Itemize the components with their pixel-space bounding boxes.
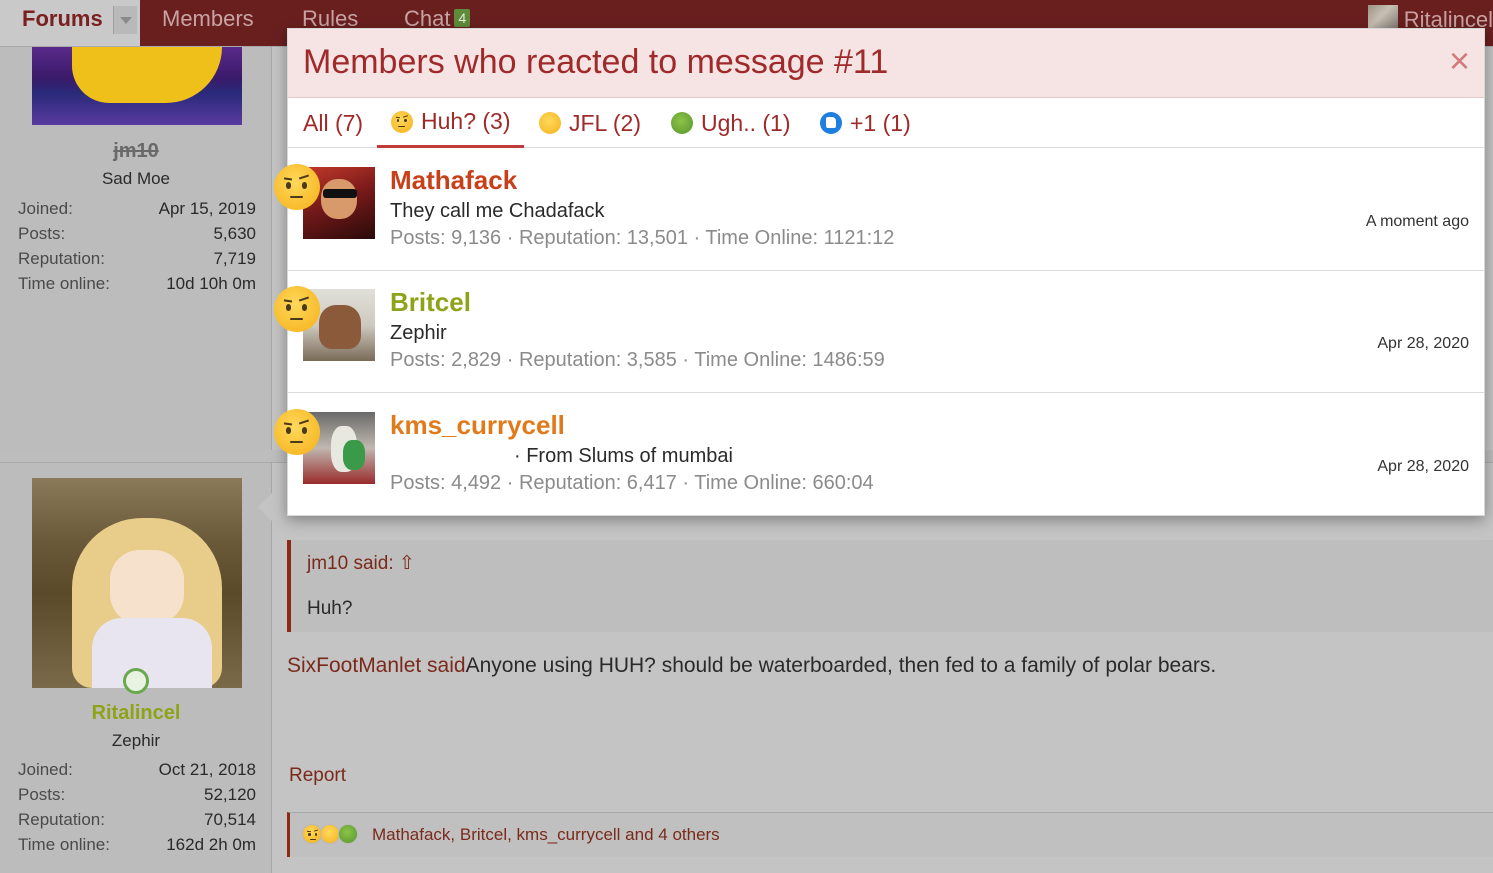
post-message: SixFootManlet saidAnyone using HUH? shou…	[287, 654, 1216, 678]
huh-emoji-icon	[274, 164, 320, 210]
list-item: kms_currycell · From Slums of mumbai Pos…	[274, 394, 1484, 516]
tab-huh[interactable]: Huh? (3)	[377, 98, 525, 148]
stat-label: Joined:	[18, 760, 73, 779]
huh-emoji-icon	[302, 824, 322, 844]
arrow-up-circle-icon[interactable]: ⇧	[399, 553, 415, 574]
member-stats: Posts: 9,136 · Reputation: 13,501 · Time…	[390, 227, 895, 249]
reactions-modal: Members who reacted to message #11 × All…	[274, 28, 1485, 516]
quote-block: jm10 said: ⇧ Huh?	[287, 540, 1493, 632]
thumbs-up-icon	[820, 112, 842, 134]
modal-title: Members who reacted to message #11	[303, 43, 889, 81]
stat-label: Reputation:	[18, 249, 105, 268]
stat-value: 162d 2h 0m	[166, 835, 256, 854]
member-stats: Posts: 4,492 · Reputation: 6,417 · Time …	[390, 472, 874, 494]
huh-emoji-icon	[274, 409, 320, 455]
stat-label: Joined:	[18, 199, 73, 218]
stat-value: 10d 10h 0m	[166, 274, 256, 293]
tab-ugh[interactable]: Ugh.. (1)	[671, 98, 790, 148]
member-name[interactable]: Mathafack	[390, 165, 517, 196]
user-stats: Joined: Apr 15, 2019 Posts: 5,630 Reputati…	[18, 199, 256, 299]
ugh-emoji-icon	[338, 824, 358, 844]
stat-value: 52,120	[204, 785, 256, 804]
avatar[interactable]	[32, 47, 242, 125]
tab-plus-one[interactable]: +1 (1)	[820, 98, 911, 148]
quote-author-label: jm10 said:	[307, 553, 394, 574]
member-title: · From Slums of mumbai	[514, 445, 733, 467]
tab-jfl-label: JFL (2)	[569, 109, 641, 136]
report-link[interactable]: Report	[289, 765, 346, 787]
reaction-tabs: All (7) Huh? (3) JFL (2) Ugh.. (1) +1 (1…	[288, 98, 1484, 148]
member-stats: Posts: 2,829 · Reputation: 3,585 · Time …	[390, 349, 885, 371]
post-pointer	[258, 493, 272, 521]
post-username[interactable]: Ritalincel	[0, 702, 272, 725]
post-user-column: Ritalincel Zephir Joined: Oct 21, 2018 Po…	[0, 463, 272, 873]
modal-header: Members who reacted to message #11 ×	[288, 29, 1484, 98]
member-name[interactable]: kms_currycell	[390, 410, 565, 441]
post-message-body: Anyone using HUH? should be waterboarded…	[465, 654, 1217, 677]
stat-value: 7,719	[213, 249, 256, 268]
list-item: Mathafack They call me Chadafack Posts: …	[274, 149, 1484, 271]
reaction-time: Apr 28, 2020	[1377, 335, 1469, 352]
post-user-column: jm10 Sad Moe Joined: Apr 15, 2019 Posts: 5…	[0, 47, 272, 450]
stat-value: 70,514	[204, 810, 256, 829]
tab-jfl[interactable]: JFL (2)	[539, 98, 641, 148]
tab-all-label: All (7)	[303, 109, 364, 136]
post-user-title: Sad Moe	[101, 169, 171, 188]
quote-author[interactable]: jm10 said: ⇧	[307, 552, 415, 575]
nav-tab-forums[interactable]: Forums	[0, 0, 140, 46]
jfl-emoji-icon	[320, 824, 340, 844]
chevron-down-icon[interactable]	[113, 6, 137, 34]
close-icon[interactable]: ×	[1449, 43, 1470, 79]
reactions-bar[interactable]: Mathafack, Britcel, kms_currycell and 4 …	[287, 812, 1493, 857]
online-status-icon	[123, 668, 149, 694]
member-name[interactable]: Britcel	[390, 287, 471, 318]
stat-value: Apr 15, 2019	[158, 199, 256, 218]
reaction-time: Apr 28, 2020	[1377, 458, 1469, 475]
stat-label: Reputation:	[18, 810, 105, 829]
stat-label: Time online:	[18, 274, 110, 293]
huh-emoji-icon	[391, 110, 413, 133]
member-title: They call me Chadafack	[390, 200, 605, 222]
user-stats: Joined: Oct 21, 2018 Posts: 52,120 Reputat…	[18, 760, 256, 860]
tab-all[interactable]: All (7)	[303, 98, 363, 148]
avatar[interactable]	[32, 478, 242, 688]
nav-tab-forums-label: Forums	[22, 6, 103, 31]
stat-label: Posts:	[18, 224, 66, 243]
jfl-emoji-icon	[539, 112, 561, 134]
reaction-time: A moment ago	[1365, 213, 1469, 230]
reactions-summary[interactable]: Mathafack, Britcel, kms_currycell and 4 …	[372, 825, 720, 845]
post-username[interactable]: jm10	[0, 140, 272, 163]
quote-source-link[interactable]: SixFootManlet said	[287, 654, 466, 677]
huh-emoji-icon	[274, 286, 320, 332]
member-title: Zephir	[390, 322, 447, 344]
post-user-title: Zephir	[111, 731, 161, 750]
stat-label: Time online:	[18, 835, 110, 854]
stat-label: Posts:	[18, 785, 66, 804]
quote-body: Huh?	[307, 598, 353, 619]
ugh-emoji-icon	[671, 112, 693, 134]
stat-value: 5,630	[213, 224, 256, 243]
chat-count-badge: 4	[454, 9, 471, 27]
tab-plus-one-label: +1 (1)	[850, 109, 911, 136]
tab-ugh-label: Ugh.. (1)	[701, 109, 791, 136]
nav-tab-members[interactable]: Members	[162, 0, 254, 46]
list-item: Britcel Zephir Posts: 2,829 · Reputation…	[274, 271, 1484, 393]
nav-tab-members-label: Members	[162, 6, 254, 31]
stat-value: Oct 21, 2018	[158, 760, 256, 779]
reaction-icons	[302, 824, 358, 844]
tab-huh-label: Huh? (3)	[421, 108, 511, 134]
